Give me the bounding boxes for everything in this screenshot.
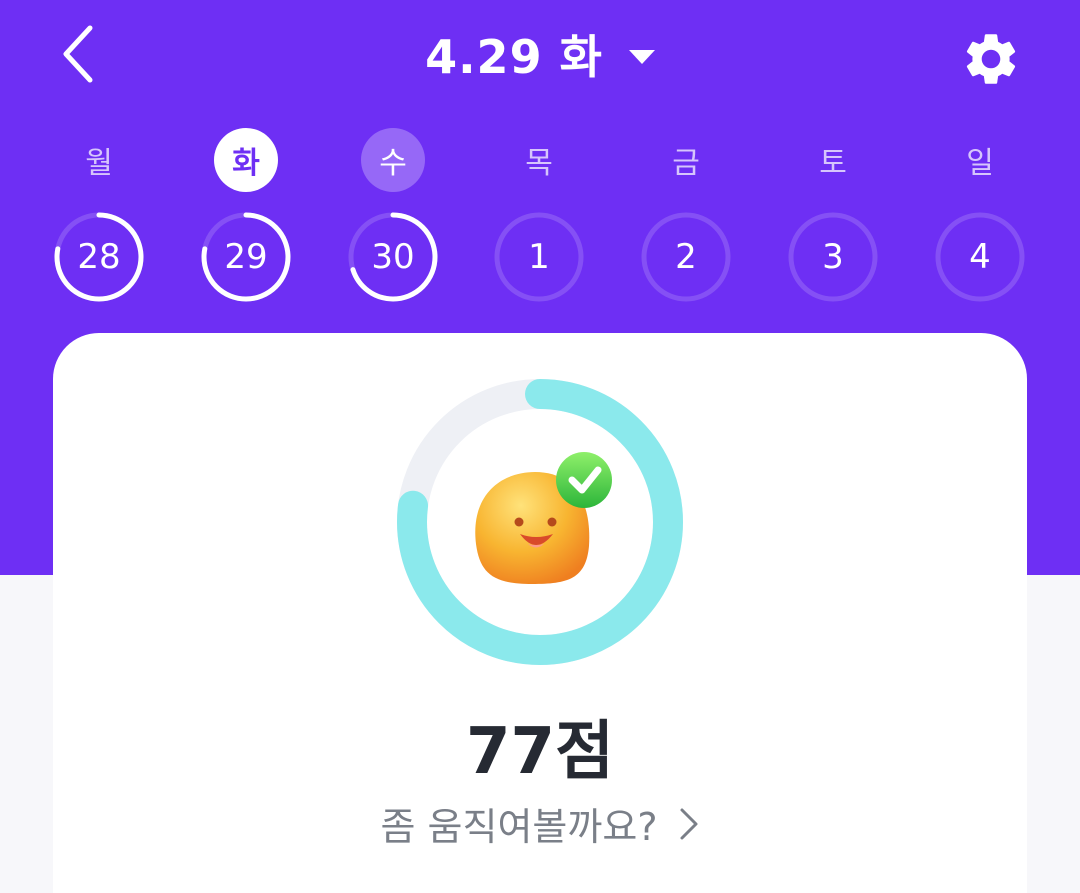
day-label: 목 (525, 146, 553, 181)
day-number: 29 (224, 237, 268, 277)
day-number: 1 (528, 237, 550, 277)
score-ring (397, 379, 683, 665)
gear-icon (966, 34, 1016, 84)
day-label: 토 (819, 146, 847, 181)
day-ring[interactable]: 4 (932, 209, 1028, 305)
day-ring[interactable]: 3 (785, 209, 881, 305)
day-label: 월 (85, 146, 113, 181)
caret-down-icon (628, 50, 655, 64)
app-header: 4.29 화 (0, 0, 1080, 110)
day-ring[interactable]: 29 (198, 209, 294, 305)
day-number: 2 (675, 237, 697, 277)
settings-button[interactable] (956, 24, 1026, 94)
day-ring[interactable]: 28 (51, 209, 147, 305)
activity-suggestion-link[interactable]: 좀 움직여볼까요? (0, 796, 1080, 851)
day-number: 3 (822, 237, 844, 277)
day-label: 금 (672, 146, 700, 181)
activity-suggestion-text: 좀 움직여볼까요? (380, 805, 658, 849)
day-ring[interactable]: 1 (491, 209, 587, 305)
day-label: 수 (361, 128, 425, 192)
day-label: 일 (966, 146, 994, 181)
day-label: 화 (214, 128, 278, 192)
date-picker-toggle[interactable]: 4.29 화 (0, 22, 1080, 86)
chevron-right-icon (680, 808, 698, 839)
day-number: 4 (969, 237, 991, 277)
check-badge-icon (556, 452, 612, 508)
score-value: 77점 (466, 715, 614, 789)
day-ring[interactable]: 2 (638, 209, 734, 305)
day-number: 28 (77, 237, 121, 277)
day-ring[interactable]: 30 (345, 209, 441, 305)
page-title: 4.29 화 (425, 30, 603, 84)
day-number: 30 (371, 237, 415, 277)
